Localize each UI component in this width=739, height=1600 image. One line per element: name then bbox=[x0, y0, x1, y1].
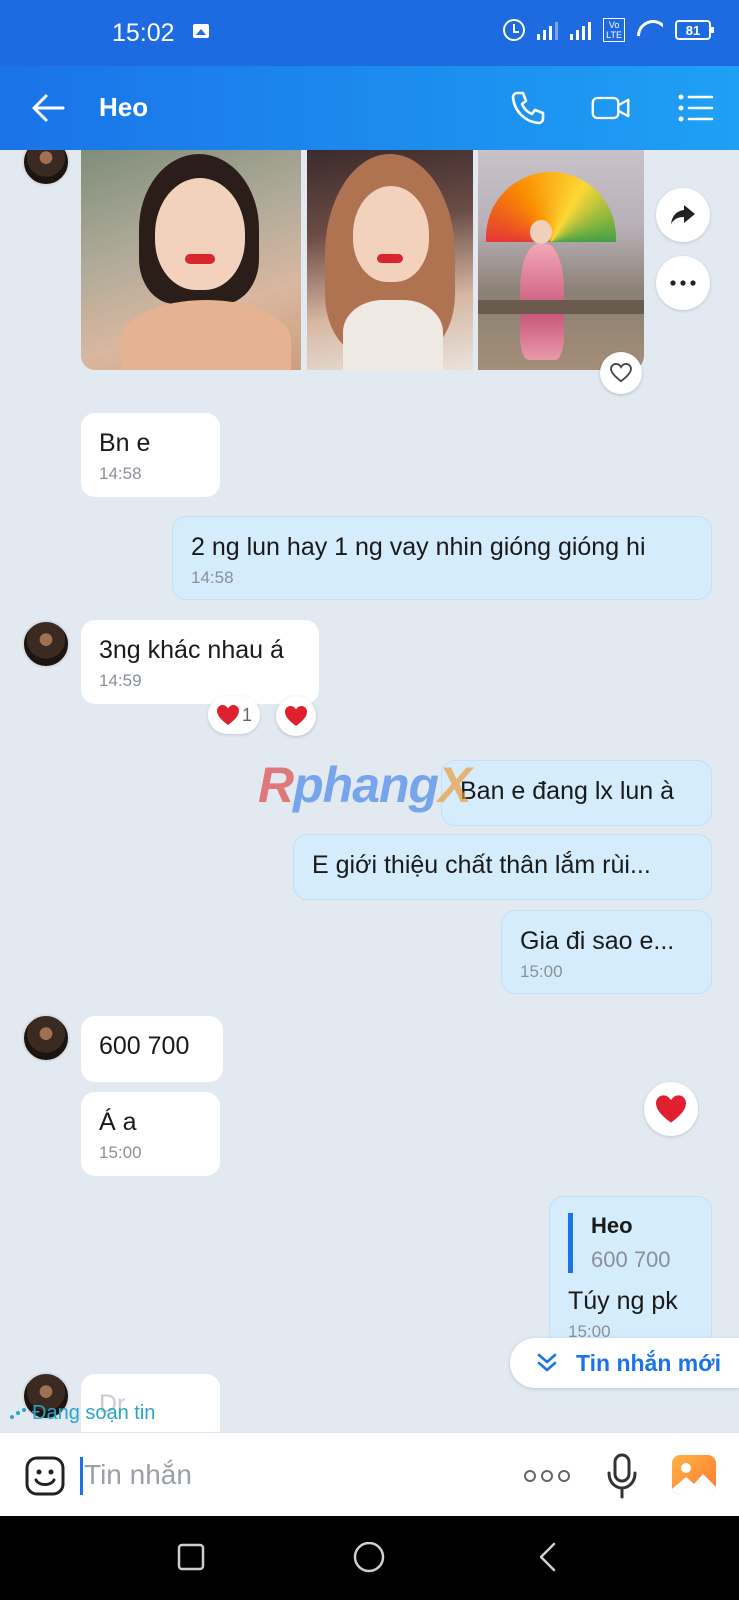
message-text: 600 700 bbox=[99, 1032, 190, 1060]
reaction-summary[interactable]: 1 bbox=[208, 696, 261, 734]
incoming-message[interactable]: Bn e 14:58 bbox=[81, 413, 220, 497]
chat-header: Heo bbox=[0, 66, 739, 150]
volte-icon: Vo LTE bbox=[603, 18, 625, 42]
message-text: Túy ng pk bbox=[568, 1287, 678, 1315]
status-bar: 15:02 Vo LTE 81 bbox=[0, 0, 739, 66]
home-icon[interactable] bbox=[352, 1542, 386, 1576]
outgoing-message[interactable]: 2 ng lun hay 1 ng vay nhin gióng gióng h… bbox=[172, 516, 712, 600]
quote-author: Heo bbox=[591, 1213, 633, 1238]
message-time: 15:00 bbox=[99, 1143, 142, 1162]
phone-call-icon[interactable] bbox=[508, 88, 548, 128]
outgoing-message[interactable]: Ban e đang lx lun à bbox=[441, 760, 712, 826]
reply-quote[interactable]: Heo 600 700 bbox=[568, 1213, 693, 1273]
share-arrow-icon bbox=[671, 205, 695, 224]
new-messages-button[interactable]: Tin nhắn mới bbox=[510, 1338, 739, 1388]
avatar[interactable] bbox=[22, 620, 70, 668]
typing-dots-icon bbox=[10, 1408, 26, 1419]
wifi-icon bbox=[637, 20, 663, 40]
photo-message[interactable] bbox=[81, 150, 301, 370]
video-call-icon[interactable] bbox=[591, 88, 631, 128]
message-text: Á a bbox=[99, 1108, 137, 1136]
image-notification-icon bbox=[193, 24, 209, 38]
message-text: Ban e đang lx lun à bbox=[460, 777, 675, 805]
microphone-icon[interactable] bbox=[604, 1453, 640, 1499]
heart-outline-icon bbox=[610, 363, 632, 383]
back-nav-icon[interactable] bbox=[536, 1542, 560, 1572]
new-messages-label: Tin nhắn mới bbox=[576, 1349, 721, 1376]
outgoing-reply-message[interactable]: Heo 600 700 Túy ng pk 15:00 bbox=[549, 1196, 712, 1346]
outgoing-message[interactable]: E giới thiệu chất thân lắm rùi... bbox=[293, 834, 712, 900]
image-gallery-icon[interactable] bbox=[672, 1455, 716, 1495]
photo-message[interactable] bbox=[307, 150, 473, 370]
options-menu-icon[interactable] bbox=[676, 88, 716, 128]
message-time: 15:00 bbox=[520, 962, 563, 981]
share-button[interactable] bbox=[656, 188, 710, 242]
outgoing-message[interactable]: Gia đi sao e... 15:00 bbox=[501, 910, 712, 994]
battery-icon: 81 bbox=[675, 20, 714, 40]
heart-icon bbox=[656, 1095, 686, 1123]
alarm-icon bbox=[503, 19, 526, 41]
message-time: 14:59 bbox=[99, 671, 142, 690]
typing-indicator: Đang soạn tin bbox=[10, 1402, 155, 1425]
message-time: 14:58 bbox=[191, 568, 234, 587]
message-list[interactable]: Bn e 14:58 2 ng lun hay 1 ng vay nhin gi… bbox=[0, 150, 739, 1432]
incoming-message[interactable]: 600 700 bbox=[81, 1016, 223, 1082]
message-text: 2 ng lun hay 1 ng vay nhin gióng gióng h… bbox=[191, 533, 646, 561]
incoming-message[interactable]: 3ng khác nhau á 14:59 bbox=[81, 620, 319, 704]
message-input-bar bbox=[0, 1432, 739, 1516]
message-text: Gia đi sao e... bbox=[520, 927, 675, 955]
double-chevron-down-icon bbox=[537, 1353, 557, 1372]
heart-icon bbox=[285, 706, 307, 726]
message-time: 14:58 bbox=[99, 464, 142, 483]
text-cursor bbox=[80, 1457, 83, 1495]
typing-label: Đang soạn tin bbox=[32, 1402, 156, 1424]
quote-text: 600 700 bbox=[591, 1247, 671, 1272]
contact-name[interactable]: Heo bbox=[99, 92, 148, 123]
system-nav-bar bbox=[0, 1516, 739, 1600]
signal-icon-1 bbox=[537, 20, 559, 40]
more-options-button[interactable] bbox=[656, 256, 710, 310]
react-heart-button[interactable] bbox=[600, 352, 642, 394]
more-dots-icon bbox=[670, 280, 696, 286]
signal-icon-2 bbox=[570, 20, 592, 40]
reaction-count: 1 bbox=[242, 704, 253, 725]
more-actions-icon[interactable] bbox=[524, 1461, 574, 1491]
photo-message[interactable] bbox=[478, 150, 644, 370]
recent-apps-icon[interactable] bbox=[176, 1542, 206, 1572]
incoming-message[interactable]: Á a 15:00 bbox=[81, 1092, 220, 1176]
avatar[interactable] bbox=[22, 1014, 70, 1062]
react-heart-button[interactable] bbox=[644, 1082, 698, 1136]
status-icons: Vo LTE 81 bbox=[503, 18, 714, 42]
react-heart-button[interactable] bbox=[276, 696, 316, 736]
watermark-logo: RphangX bbox=[258, 757, 471, 813]
heart-icon bbox=[217, 705, 239, 725]
avatar[interactable] bbox=[22, 150, 70, 186]
back-arrow-icon[interactable] bbox=[30, 90, 66, 126]
message-text: 3ng khác nhau á bbox=[99, 636, 284, 664]
message-text: E giới thiệu chất thân lắm rùi... bbox=[312, 851, 651, 879]
sticker-emoji-icon[interactable] bbox=[24, 1455, 66, 1497]
message-input[interactable] bbox=[84, 1451, 504, 1499]
status-time: 15:02 bbox=[112, 19, 175, 47]
message-text: Bn e bbox=[99, 429, 151, 457]
